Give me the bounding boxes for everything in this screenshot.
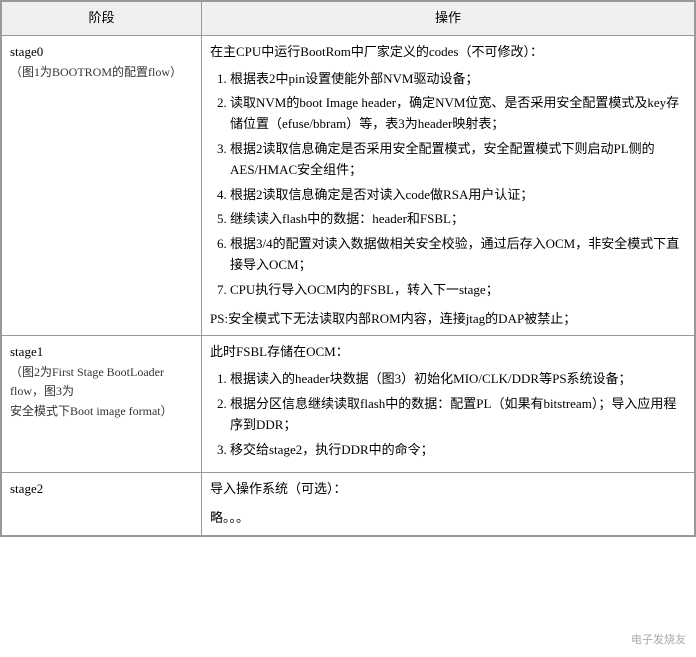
stage-name-0: stage0 <box>10 42 193 63</box>
action-cell-1: 此时FSBL存储在OCM： 根据读入的header块数据（图3）初始化MIO/CL… <box>202 336 695 473</box>
table-row: stage1（图2为First Stage BootLoader flow，图3… <box>2 336 695 473</box>
stage-cell-2: stage2 <box>2 473 202 536</box>
boot-stages-table: 阶段 操作 stage0（图1为BOOTROM的配置flow）在主CPU中运行B… <box>1 1 695 536</box>
header-action: 操作 <box>202 2 695 36</box>
stage-name-2: stage2 <box>10 479 193 500</box>
action-intro-1: 此时FSBL存储在OCM： <box>210 342 686 363</box>
action-item-0-0: 根据表2中pin设置使能外部NVM驱动设备； <box>230 69 686 90</box>
main-table-container: 阶段 操作 stage0（图1为BOOTROM的配置flow）在主CPU中运行B… <box>0 0 696 537</box>
action-item-0-6: CPU执行导入OCM内的FSBL，转入下一stage； <box>230 280 686 301</box>
stage-desc-0: （图1为BOOTROM的配置flow） <box>10 63 193 82</box>
action-intro-2: 导入操作系统（可选）： <box>210 479 686 500</box>
action-item-0-2: 根据2读取信息确定是否采用安全配置模式，安全配置模式下则启动PL侧的AES/HM… <box>230 139 686 181</box>
action-cell-2: 导入操作系统（可选）： 略。。。 <box>202 473 695 536</box>
action-intro-0: 在主CPU中运行BootRom中厂家定义的codes（不可修改）： <box>210 42 686 63</box>
action-item-0-1: 读取NVM的boot Image header，确定NVM位宽、是否采用安全配置… <box>230 93 686 135</box>
table-row: stage2 导入操作系统（可选）： 略。。。 <box>2 473 695 536</box>
ps-note-2: 略。。。 <box>210 508 686 529</box>
stage-cell-0: stage0（图1为BOOTROM的配置flow） <box>2 35 202 336</box>
header-stage: 阶段 <box>2 2 202 36</box>
action-item-0-5: 根据3/4的配置对读入数据做相关安全校验，通过后存入OCM，非安全模式下直接导入… <box>230 234 686 276</box>
action-list-1: 根据读入的header块数据（图3）初始化MIO/CLK/DDR等PS系统设备；… <box>210 369 686 460</box>
action-list-0: 根据表2中pin设置使能外部NVM驱动设备； 读取NVM的boot Image h… <box>210 69 686 301</box>
action-item-1-1: 根据分区信息继续读取flash中的数据：配置PL（如果有bitstream）；导… <box>230 394 686 436</box>
action-item-1-0: 根据读入的header块数据（图3）初始化MIO/CLK/DDR等PS系统设备； <box>230 369 686 390</box>
stage-cell-1: stage1（图2为First Stage BootLoader flow，图3… <box>2 336 202 473</box>
watermark: 电子发烧友 <box>631 631 686 647</box>
action-item-0-3: 根据2读取信息确定是否对读入code做RSA用户认证； <box>230 185 686 206</box>
ps-note-0: PS:安全模式下无法读取内部ROM内容，连接jtag的DAP被禁止； <box>210 309 686 330</box>
action-item-0-4: 继续读入flash中的数据：header和FSBL； <box>230 209 686 230</box>
table-row: stage0（图1为BOOTROM的配置flow）在主CPU中运行BootRom… <box>2 35 695 336</box>
stage-desc-1: （图2为First Stage BootLoader flow，图3为 安全模式… <box>10 363 193 421</box>
action-cell-0: 在主CPU中运行BootRom中厂家定义的codes（不可修改）： 根据表2中pi… <box>202 35 695 336</box>
stage-name-1: stage1 <box>10 342 193 363</box>
action-item-1-2: 移交给stage2，执行DDR中的命令； <box>230 440 686 461</box>
